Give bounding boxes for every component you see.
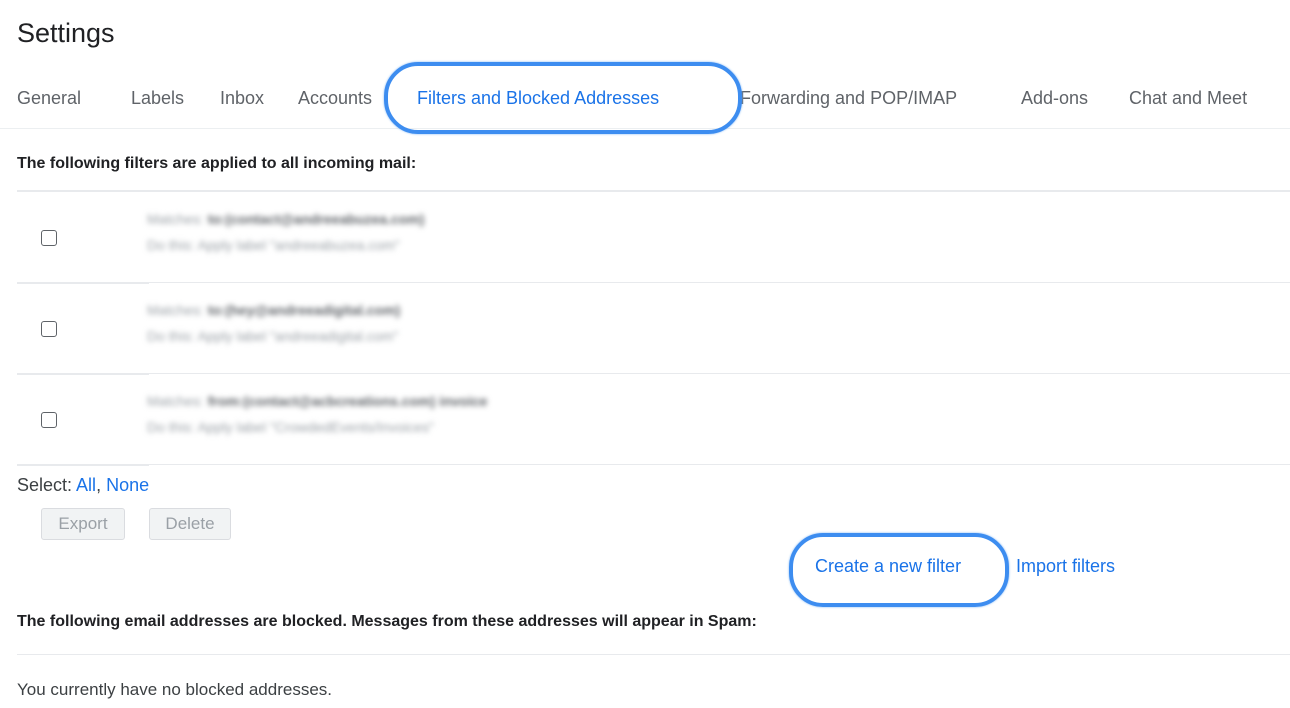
tab-filters-and-blocked-addresses[interactable]: Filters and Blocked Addresses <box>417 88 659 109</box>
tab-add-ons[interactable]: Add-ons <box>1021 88 1088 109</box>
select-none-link[interactable]: None <box>106 475 149 495</box>
filter-row: Matches: from:(contact@acbcreations.com)… <box>17 375 1290 465</box>
divider <box>149 373 1290 374</box>
tab-general[interactable]: General <box>17 88 81 109</box>
separator: , <box>96 475 102 495</box>
settings-tabs: General Labels Inbox Accounts Filters an… <box>0 84 1290 129</box>
tab-accounts[interactable]: Accounts <box>298 88 372 109</box>
divider <box>17 464 149 466</box>
create-new-filter-link[interactable]: Create a new filter <box>815 556 961 577</box>
import-filters-link[interactable]: Import filters <box>1016 556 1115 577</box>
divider <box>149 282 1290 283</box>
select-all-link[interactable]: All <box>76 475 96 495</box>
tab-inbox[interactable]: Inbox <box>220 88 264 109</box>
filter-matches: Matches: to:(hey@andreeadigital.com) <box>147 302 401 318</box>
tab-labels[interactable]: Labels <box>131 88 184 109</box>
filter-checkbox[interactable] <box>41 412 57 428</box>
export-button[interactable]: Export <box>41 508 125 540</box>
filter-checkbox[interactable] <box>41 230 57 246</box>
filter-row: Matches: to:(hey@andreeadigital.com) Do … <box>17 284 1290 374</box>
filter-action: Do this: Apply label "andreeadigital.com… <box>147 328 399 344</box>
blocked-heading: The following email addresses are blocke… <box>17 613 757 630</box>
select-label: Select: <box>17 475 73 495</box>
divider <box>17 190 1290 192</box>
select-controls: Select: All, None <box>17 475 149 496</box>
filter-checkbox[interactable] <box>41 321 57 337</box>
filters-heading: The following filters are applied to all… <box>17 155 417 172</box>
filter-action: Do this: Apply label "CrowdedEvents/Invo… <box>147 419 434 435</box>
tab-forwarding-pop-imap[interactable]: Forwarding and POP/IMAP <box>740 88 957 109</box>
divider <box>149 464 1290 465</box>
page-title: Settings <box>17 18 115 48</box>
filter-matches: Matches: to:(contact@andreeabuzea.com) <box>147 211 425 227</box>
tab-chat-and-meet[interactable]: Chat and Meet <box>1129 88 1247 109</box>
filter-row: Matches: to:(contact@andreeabuzea.com) D… <box>17 193 1290 283</box>
divider <box>17 654 1290 655</box>
filter-action: Do this: Apply label "andreeabuzea.com" <box>147 237 400 253</box>
filter-matches: Matches: from:(contact@acbcreations.com)… <box>147 393 488 409</box>
no-blocked-addresses-text: You currently have no blocked addresses. <box>17 680 333 699</box>
delete-button[interactable]: Delete <box>149 508 231 540</box>
